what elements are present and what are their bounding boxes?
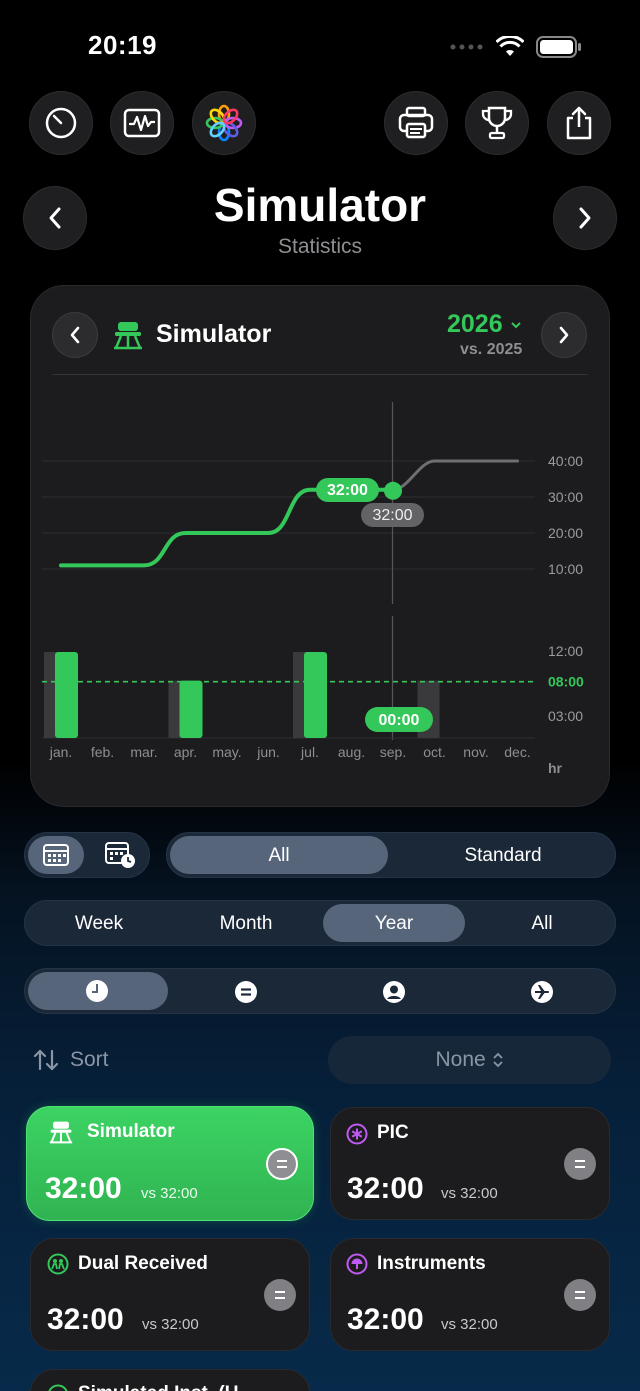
period-option-month[interactable]: Month bbox=[175, 913, 317, 935]
tile-compare: vs 32:00 bbox=[441, 1185, 498, 1202]
y-tick-label: 20:00 bbox=[548, 525, 583, 541]
x-tick-label: apr. bbox=[174, 744, 197, 760]
unit-label: hr bbox=[548, 760, 563, 776]
equals-icon[interactable] bbox=[234, 980, 258, 1004]
tile-compare: vs 32:00 bbox=[142, 1316, 199, 1333]
x-tick-label: oct. bbox=[423, 744, 446, 760]
y-tick-label: 40:00 bbox=[548, 453, 583, 469]
tile-equals-icon[interactable] bbox=[266, 1148, 298, 1180]
airplane-icon[interactable] bbox=[530, 980, 554, 1004]
tile-value: 32:00 bbox=[45, 1172, 122, 1205]
tile-equals-icon[interactable] bbox=[564, 1148, 596, 1180]
period-option-year[interactable]: Year bbox=[323, 913, 465, 935]
x-tick-label: feb. bbox=[91, 744, 114, 760]
chevron-updown-icon bbox=[492, 1053, 503, 1068]
x-tick-label: mar. bbox=[130, 744, 157, 760]
y-tick-label: 10:00 bbox=[548, 561, 583, 577]
previous-year-line bbox=[391, 459, 519, 492]
y-tick-label: 30:00 bbox=[548, 489, 583, 505]
cursor-point bbox=[384, 481, 402, 500]
monthly-bar bbox=[179, 680, 203, 738]
tile-equals-icon[interactable] bbox=[264, 1279, 296, 1311]
sort-label[interactable]: Sort bbox=[70, 1048, 109, 1072]
type-option-all-label: All bbox=[268, 845, 290, 866]
monthly-bar bbox=[55, 652, 78, 738]
calendar-clock-icon[interactable] bbox=[104, 841, 136, 869]
monthly-bar bbox=[304, 652, 327, 738]
clock-icon bbox=[86, 980, 108, 1002]
tile-title: Dual Received bbox=[78, 1253, 208, 1274]
simulated-inst-icon bbox=[48, 1384, 68, 1391]
x-tick-label: jun. bbox=[256, 744, 280, 760]
sort-selector-value: None bbox=[328, 1048, 611, 1072]
tile-compare: vs 32:00 bbox=[141, 1185, 198, 1202]
asterisk-icon bbox=[346, 1123, 368, 1145]
tile-compare: vs 32:00 bbox=[441, 1316, 498, 1333]
type-option-standard[interactable]: Standard bbox=[392, 845, 614, 867]
x-tick-label: jul. bbox=[300, 744, 319, 760]
person-icon[interactable] bbox=[382, 980, 406, 1004]
tile-value: 32:00 bbox=[47, 1303, 124, 1336]
cursor-label-current-text: 32:00 bbox=[327, 482, 368, 499]
x-tick-label: aug. bbox=[338, 744, 365, 760]
x-tick-label: may. bbox=[212, 744, 241, 760]
y-tick-label: 12:00 bbox=[548, 643, 583, 659]
x-tick-label: nov. bbox=[463, 744, 488, 760]
tile-title: Simulated Inst. (U bbox=[78, 1383, 238, 1391]
x-tick-label: sep. bbox=[380, 744, 406, 760]
calendar-icon bbox=[43, 844, 69, 866]
x-tick-label: jan. bbox=[49, 744, 73, 760]
sort-icon[interactable] bbox=[32, 1048, 60, 1072]
tile-title: PIC bbox=[377, 1122, 409, 1143]
average-label: 08:00 bbox=[548, 674, 584, 690]
cursor-bar-label-text: 00:00 bbox=[379, 712, 420, 729]
statistics-chart[interactable]: 40:00 30:00 20:00 10:00 32:0032:00 12:00 03:00… bbox=[0, 0, 640, 800]
period-option-week[interactable]: Week bbox=[28, 913, 170, 935]
x-tick-label: dec. bbox=[504, 744, 530, 760]
people-icon bbox=[47, 1253, 69, 1275]
y-tick-label: 03:00 bbox=[548, 708, 583, 724]
simulator-icon bbox=[49, 1121, 73, 1144]
tile-value: 32:00 bbox=[347, 1303, 424, 1336]
instrument-icon bbox=[346, 1253, 368, 1275]
period-option-all[interactable]: All bbox=[471, 913, 613, 935]
tile-equals-icon[interactable] bbox=[564, 1279, 596, 1311]
tile-title: Instruments bbox=[377, 1253, 486, 1274]
tile-title: Simulator bbox=[87, 1121, 175, 1142]
tile-value: 32:00 bbox=[347, 1172, 424, 1205]
cursor-label-previous-text: 32:00 bbox=[372, 507, 412, 524]
